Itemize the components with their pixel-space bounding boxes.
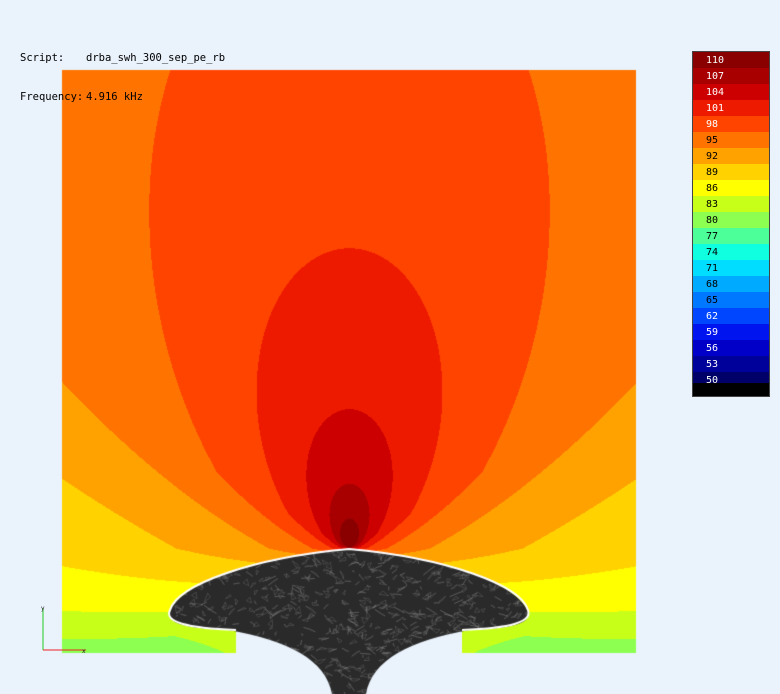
legend-level-86: 86	[693, 180, 769, 196]
simulation-info: Script: drba_swh_300_sep_pe_rb Frequency:…	[20, 26, 225, 117]
legend-level-62: 62	[693, 308, 769, 324]
legend-level-59: 59	[693, 324, 769, 340]
legend-level-101: 101	[693, 100, 769, 116]
y-axis-label: y	[41, 605, 45, 612]
spl-color-legend: 110 107 104 101 98 95 92 89 86 83 80 77 74 71 68 65 62 59…	[692, 51, 770, 397]
legend-level-98: 98	[693, 116, 769, 132]
legend-level-89: 89	[693, 164, 769, 180]
legend-level-68: 68	[693, 276, 769, 292]
frequency-value: 4.916 kHz	[86, 91, 143, 103]
legend-level-77: 77	[693, 228, 769, 244]
legend-underflow-band	[693, 383, 769, 396]
legend-level-65: 65	[693, 292, 769, 308]
legend-level-53: 53	[693, 356, 769, 372]
legend-level-80: 80	[693, 212, 769, 228]
legend-level-71: 71	[693, 260, 769, 276]
legend-level-56: 56	[693, 340, 769, 356]
frequency-row: Frequency: 4.916 kHz	[20, 91, 225, 104]
legend-level-104: 104	[693, 84, 769, 100]
script-name: drba_swh_300_sep_pe_rb	[86, 52, 226, 64]
script-row: Script: drba_swh_300_sep_pe_rb	[20, 52, 225, 65]
legend-level-74: 74	[693, 244, 769, 260]
legend-level-83: 83	[693, 196, 769, 212]
script-label: Script:	[20, 52, 65, 64]
axes-triad: y x	[41, 605, 86, 655]
x-axis-label: x	[82, 648, 86, 655]
legend-level-107: 107	[693, 68, 769, 84]
legend-level-92: 92	[693, 148, 769, 164]
legend-level-110: 110	[693, 52, 769, 68]
legend-level-95: 95	[693, 132, 769, 148]
frequency-label: Frequency:	[20, 91, 84, 103]
